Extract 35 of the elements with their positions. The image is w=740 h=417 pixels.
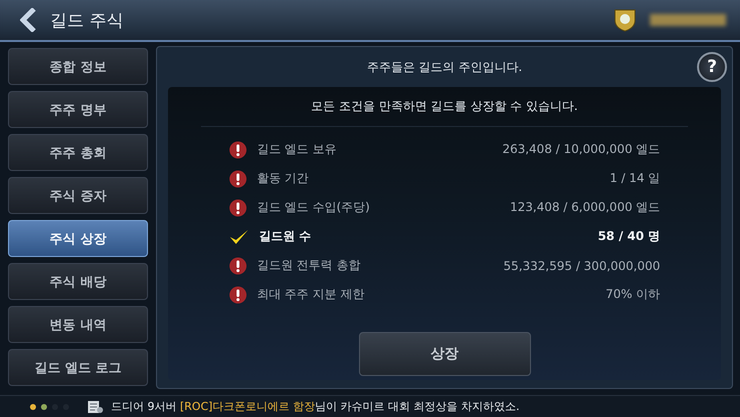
warning-icon [228,170,247,188]
help-button[interactable]: ? [697,52,727,82]
back-icon[interactable] [20,8,36,32]
sidebar-tab[interactable]: 주식 증자 [8,177,148,214]
conditions-note: 모든 조건을 만족하면 길드를 상장할 수 있습니다. [201,87,688,127]
condition-value: 123,408 / 6,000,000 엘드 [510,199,660,216]
warning-icon [228,286,247,304]
shield-icon [614,8,636,32]
sidebar-tab[interactable]: 종합 정보 [8,48,148,85]
condition-value: 58 / 40 명 [598,228,660,245]
condition-value: 55,332,595 / 300,000,000 [503,258,660,272]
condition-label: 길드 엘드 보유 [256,141,336,158]
sidebar-tab[interactable]: 주식 배당 [8,263,148,300]
condition-value: 1 / 14 일 [610,170,660,187]
condition-label: 길드 엘드 수입(주당) [256,199,370,216]
condition-label: 길드원 수 [258,228,312,245]
sidebar-tab[interactable]: 변동 내역 [8,306,148,343]
warning-icon [228,198,247,216]
condition-value: 70% 이하 [606,286,660,303]
list-button[interactable]: 상장 [358,332,530,376]
condition-label: 최대 주주 지분 제한 [256,286,364,303]
sidebar-tab[interactable]: 주주 총회 [8,134,148,171]
condition-label: 활동 기간 [256,170,309,187]
ticker-message: 드디어 9서버 [ROC]다크폰로니에르 함장님이 카슈미르 대회 최정상을 차지하였소. [111,399,520,414]
warning-icon [228,256,247,274]
warning-icon [228,140,247,158]
condition-label: 길드원 전투력 총합 [256,257,360,274]
notice-icon [87,400,103,414]
check-icon [228,228,249,246]
sidebar-tab[interactable]: 길드 엘드 로그 [8,349,148,386]
sidebar-tab[interactable]: 주주 명부 [8,91,148,128]
condition-value: 263,408 / 10,000,000 엘드 [502,141,660,158]
panel-title: 주주들은 길드의 주인입니다. [366,58,522,76]
page-title: 길드 주식 [50,10,124,32]
sidebar-tab[interactable]: 주식 상장 [8,220,148,257]
